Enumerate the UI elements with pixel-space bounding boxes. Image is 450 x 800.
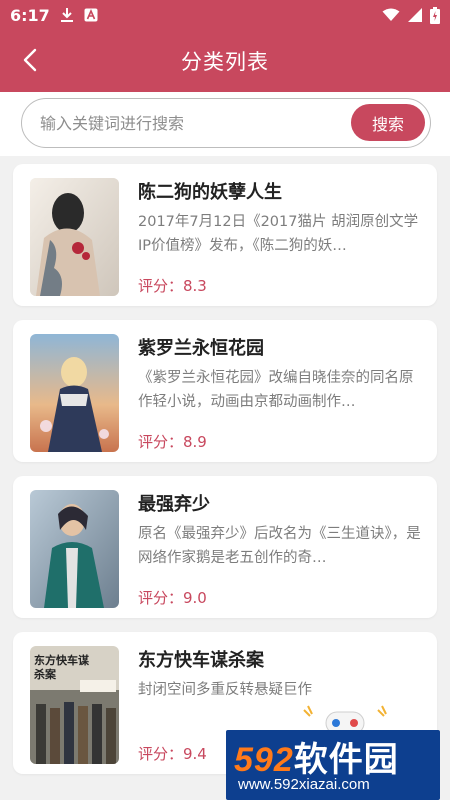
book-cover-title: 东方快车谋杀案 — [34, 654, 89, 681]
search-input[interactable] — [40, 111, 340, 135]
screen: 6:17 分类列表 输入关键词进行搜索 搜索 陈二狗的妖孽人生 2017年7月1… — [0, 0, 450, 800]
search-box: 搜索 — [21, 98, 431, 148]
book-card[interactable]: 最强弃少 原名《最强弃少》后改名为《三生道诀》，是网络作家鹅是老五创作的奇… 评… — [13, 476, 437, 618]
book-title: 紫罗兰永恒花园 — [138, 338, 264, 359]
search-button[interactable]: 搜索 — [351, 104, 425, 141]
app-bar: 分类列表 — [0, 30, 450, 92]
status-left-icons — [60, 7, 98, 23]
book-score: 评分：9.0 — [138, 589, 207, 607]
status-right-icons — [382, 6, 440, 24]
a-badge-icon — [84, 8, 98, 22]
watermark-brand: 592软件园 — [234, 741, 399, 779]
status-time: 6:17 — [10, 5, 50, 25]
chevron-left-icon — [23, 48, 37, 72]
status-bar: 6:17 — [0, 0, 450, 30]
download-icon — [60, 8, 73, 22]
book-description: 原名《最强弃少》后改名为《三生道诀》，是网络作家鹅是老五创作的奇… — [138, 526, 421, 566]
watermark: 592软件园 www.592xiazai.com — [226, 730, 440, 800]
book-score: 评分：9.4 — [138, 745, 207, 763]
book-score: 评分：8.3 — [138, 277, 207, 295]
search-area: 搜索 — [0, 92, 450, 156]
book-title: 东方快车谋杀案 — [138, 650, 264, 671]
book-cover: 东方快车谋杀案 — [30, 646, 119, 764]
back-button[interactable] — [12, 42, 48, 78]
book-description: 封闭空间多重反转悬疑巨作 — [138, 682, 312, 698]
page-title: 分类列表 — [181, 50, 269, 74]
book-cover — [30, 334, 119, 452]
book-cover — [30, 490, 119, 608]
watermark-url: www.592xiazai.com — [238, 776, 370, 793]
book-title: 最强弃少 — [138, 494, 210, 515]
battery-icon — [430, 6, 440, 24]
signal-icon — [408, 8, 422, 22]
book-card[interactable]: 紫罗兰永恒花园 《紫罗兰永恒花园》改编自晓佳奈的同名原作轻小说，动画由京都动画制… — [13, 320, 437, 462]
book-cover — [30, 178, 119, 296]
book-description: 《紫罗兰永恒花园》改编自晓佳奈的同名原作轻小说，动画由京都动画制作… — [138, 370, 414, 410]
book-card[interactable]: 陈二狗的妖孽人生 2017年7月12日《2017猫片 胡润原创文学IP价值榜》发… — [13, 164, 437, 306]
book-title: 陈二狗的妖孽人生 — [138, 182, 282, 203]
book-description: 2017年7月12日《2017猫片 胡润原创文学IP价值榜》发布，《陈二狗的妖… — [138, 214, 419, 254]
wifi-icon — [382, 8, 400, 21]
book-score: 评分：8.9 — [138, 433, 207, 451]
